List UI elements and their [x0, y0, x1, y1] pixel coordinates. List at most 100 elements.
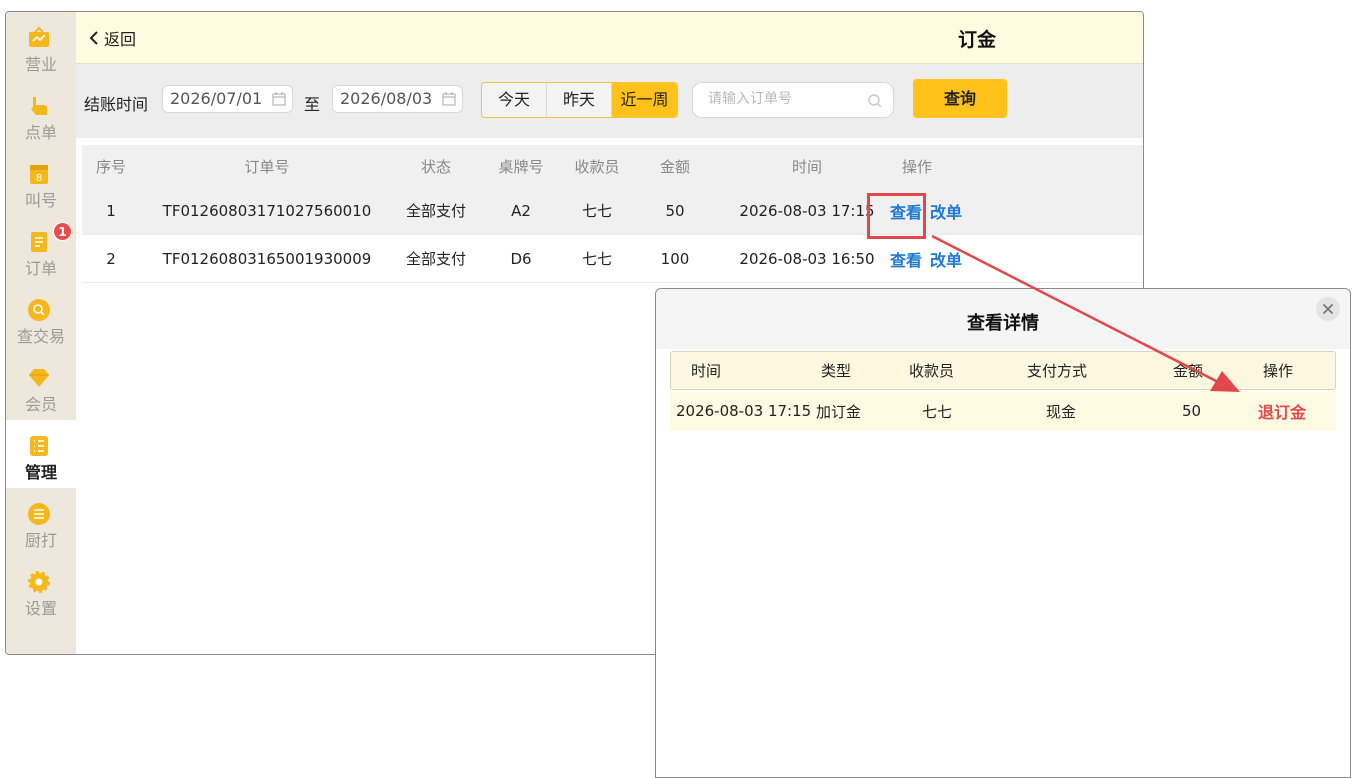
sidebar-item-transactions[interactable]: 查交易	[6, 284, 76, 352]
col-header-order: 订单号	[244, 157, 290, 176]
back-label: 返回	[104, 30, 137, 49]
sidebar: 营业 点单 8 叫号 订单 1 查交易 会员 管理 厨打 设置	[6, 12, 76, 654]
row-no: 2	[106, 249, 116, 268]
view-link[interactable]: 查看	[890, 247, 922, 271]
order-search-input[interactable]	[708, 91, 858, 107]
sidebar-item-label: 厨打	[24, 531, 57, 550]
detail-row: 2026-08-03 17:15 加订金 七七 现金 50 退订金	[670, 391, 1336, 431]
date-range-toggle: 今天 昨天 近一周	[481, 82, 678, 118]
detail-type: 加订金	[816, 402, 862, 421]
col-header-payment: 支付方式	[1027, 362, 1088, 380]
detail-table: 时间 类型 收款员 支付方式 金额 操作 2026-08-03 17:15 加订…	[670, 351, 1336, 431]
sidebar-item-label: 会员	[24, 395, 57, 414]
modal-title: 查看详情	[967, 313, 1039, 334]
number-icon: 8	[30, 165, 48, 184]
sidebar-item-members[interactable]: 会员	[6, 352, 76, 420]
col-header-actions: 操作	[901, 157, 932, 176]
row-order-no: TF01260803171027560010	[162, 201, 372, 220]
row-actions: 查看 改单	[890, 235, 970, 282]
sidebar-item-label: 营业	[24, 55, 57, 74]
col-header-time: 时间	[691, 362, 722, 380]
calendar-icon	[442, 92, 456, 106]
row-status: 全部支付	[405, 202, 466, 220]
row-amount: 50	[665, 201, 685, 220]
row-order-no: TF01260803165001930009	[162, 249, 372, 268]
row-cashier: 七七	[581, 202, 612, 220]
row-no: 1	[106, 201, 116, 220]
col-header-type: 类型	[821, 362, 852, 380]
detail-table-header: 时间 类型 收款员 支付方式 金额 操作	[670, 351, 1336, 390]
date-from-field[interactable]: 2026/07/01	[162, 85, 293, 113]
svg-text:8: 8	[36, 173, 42, 184]
sidebar-item-label: 设置	[24, 599, 57, 618]
order-count-badge: 1	[53, 222, 72, 241]
row-table: A2	[511, 201, 531, 220]
chevron-left-icon	[89, 31, 98, 45]
to-label: 至	[304, 95, 321, 114]
detail-payment: 现金	[1046, 402, 1077, 421]
edit-order-link[interactable]: 改单	[930, 247, 962, 271]
table-header: 序号 订单号 状态 桌牌号 收款员 金额 时间 操作	[82, 145, 1143, 187]
modal-header: 查看详情	[656, 289, 1350, 349]
bag-icon	[29, 26, 49, 47]
date-from-value: 2026/07/01	[170, 89, 263, 108]
sidebar-item-kitchen-print[interactable]: 厨打	[6, 488, 76, 556]
gear-icon	[28, 571, 50, 593]
sidebar-item-order-dishes[interactable]: 点单	[6, 80, 76, 148]
sidebar-item-settings[interactable]: 设置	[6, 556, 76, 624]
date-to-field[interactable]: 2026/08/03	[332, 85, 463, 113]
detail-cashier: 七七	[922, 402, 953, 421]
back-button[interactable]: 返回	[88, 26, 136, 50]
sidebar-item-label: 点单	[24, 123, 57, 142]
range-today-button[interactable]: 今天	[482, 83, 547, 117]
close-icon	[1322, 303, 1334, 315]
diamond-icon	[29, 369, 49, 387]
detail-amount: 50	[1182, 402, 1202, 420]
order-search-box	[692, 82, 894, 118]
range-yesterday-button[interactable]: 昨天	[547, 83, 612, 117]
col-header-no: 序号	[95, 157, 126, 176]
orders-table: 序号 订单号 状态 桌牌号 收款员 金额 时间 操作 1 TF012608031…	[82, 145, 1143, 283]
sidebar-item-manage[interactable]: 管理	[6, 420, 76, 488]
range-week-button[interactable]: 近一周	[612, 83, 677, 117]
highlight-box	[867, 193, 926, 239]
page-title: 订金	[958, 29, 997, 51]
close-button[interactable]	[1316, 297, 1340, 321]
query-button[interactable]: 查询	[913, 79, 1007, 118]
refund-deposit-button[interactable]: 退订金	[1258, 391, 1306, 431]
menu-icon	[28, 503, 50, 525]
detail-modal: 查看详情 时间 类型 收款员 支付方式 金额 操作 2026-08-03 17:…	[655, 288, 1351, 778]
calendar-icon	[272, 92, 286, 106]
table-row: 2 TF01260803165001930009 全部支付 D6 七七 100 …	[82, 235, 1143, 283]
table-row: 1 TF01260803171027560010 全部支付 A2 七七 50 2…	[82, 187, 1143, 235]
col-header-status: 状态	[420, 157, 451, 176]
row-amount: 100	[660, 249, 690, 268]
row-time: 2026-08-03 16:50	[739, 249, 875, 268]
hand-icon	[31, 97, 47, 115]
date-to-value: 2026/08/03	[340, 89, 433, 108]
col-header-amount: 金额	[1173, 362, 1204, 380]
row-table: D6	[510, 249, 532, 268]
detail-time: 2026-08-03 17:15	[676, 402, 812, 420]
col-header-actions: 操作	[1263, 362, 1294, 380]
row-cashier: 七七	[581, 250, 612, 268]
checkout-time-label: 结账时间	[84, 95, 149, 114]
sidebar-item-business[interactable]: 营业	[6, 12, 76, 80]
refund-deposit-label: 退订金	[1258, 403, 1307, 422]
sidebar-item-label: 叫号	[24, 191, 57, 210]
col-header-cashier: 收款员	[909, 362, 955, 380]
order-icon	[31, 232, 47, 252]
sidebar-item-label: 订单	[24, 259, 57, 278]
list-icon	[30, 436, 48, 456]
search-icon	[28, 299, 50, 321]
sidebar-item-orders[interactable]: 订单 1	[6, 216, 76, 284]
sidebar-item-call-number[interactable]: 8 叫号	[6, 148, 76, 216]
col-header-cashier: 收款员	[574, 157, 620, 176]
header-bar: 返回 订金	[76, 12, 1143, 64]
col-header-amount: 金额	[659, 157, 690, 176]
search-icon[interactable]	[867, 93, 883, 109]
sidebar-item-label: 查交易	[16, 327, 65, 346]
col-header-time: 时间	[791, 157, 822, 176]
edit-order-link[interactable]: 改单	[930, 199, 962, 223]
filter-bar: 结账时间 2026/07/01 至 2026/08/03 今天 昨天 近一周 查…	[76, 64, 1143, 138]
